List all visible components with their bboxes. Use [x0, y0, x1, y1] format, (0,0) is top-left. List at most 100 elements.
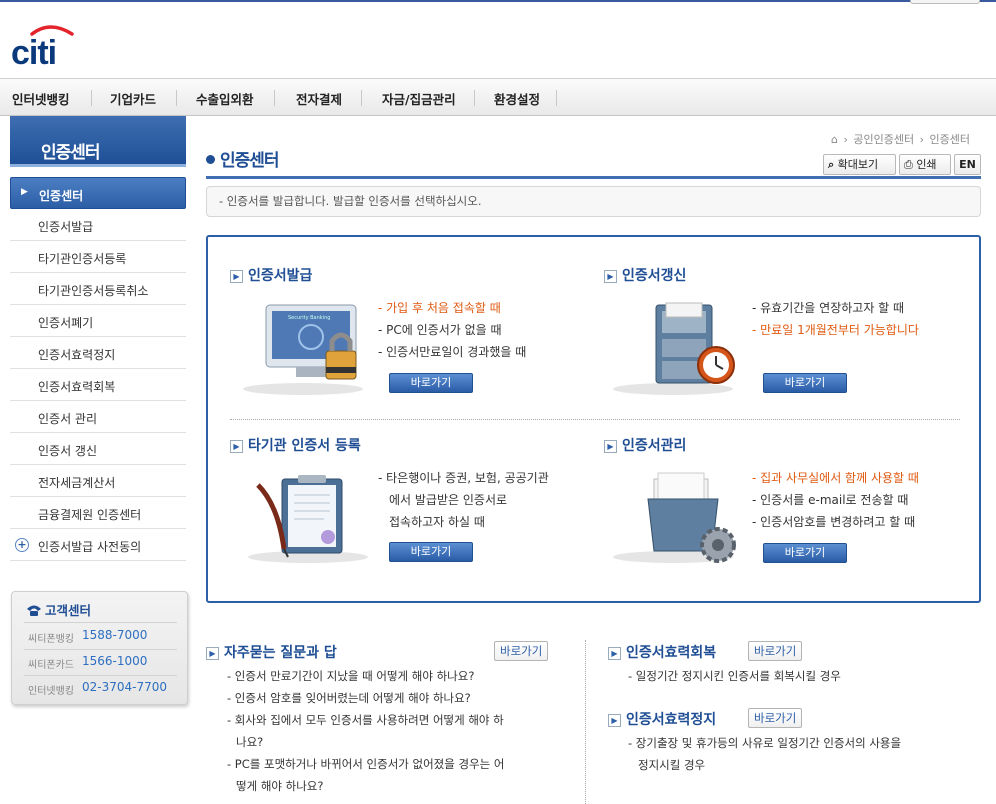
manage-line-1: - 집과 사무실에서 함께 사용할 때 — [752, 471, 919, 485]
sidebar-item-renew[interactable]: 인증서 갱신 — [10, 433, 186, 465]
divider — [24, 675, 177, 676]
sidebar-item-cert-center[interactable]: ▶ 인증센터 — [10, 177, 186, 209]
print-button[interactable]: ⎙ 인쇄 — [899, 154, 951, 175]
other-line-2: 에서 발급받은 인증서로 — [389, 493, 508, 507]
sidebar-item-e-tax[interactable]: 전자세금계산서 — [10, 465, 186, 497]
citi-logo[interactable]: citi — [10, 22, 80, 72]
faq-item[interactable]: - PC를 포맷하거나 바뀌어서 인증서가 없어졌을 경우는 어 — [227, 756, 504, 772]
divider — [585, 640, 586, 804]
plus-icon: + — [15, 538, 29, 552]
other-line-1: - 타은행이나 증권, 보험, 공공기관 — [378, 471, 549, 485]
renew-go-button[interactable]: 바로가기 — [763, 373, 847, 393]
arrow-right-icon: ▶ — [604, 440, 617, 453]
bullet-icon — [206, 155, 215, 164]
issue-line-3: - 인증서만료일이 경과했을 때 — [378, 345, 527, 359]
cabinet-clock-illustration — [608, 297, 738, 400]
faq-item[interactable]: - 인증서 만료기간이 지났을 때 어떻게 해야 하나요? — [227, 668, 474, 684]
printer-icon: ⎙ — [904, 158, 913, 171]
suspend-desc-cont: 정지시킬 경우 — [638, 758, 706, 772]
document-quill-illustration — [238, 465, 368, 568]
restore-desc: - 일정기간 정지시킨 인증서를 회복시킬 경우 — [628, 669, 841, 683]
zoom-button[interactable]: ⌕ 확대보기 — [823, 154, 896, 175]
issue-line-1: - 가입 후 처음 접속할 때 — [378, 301, 501, 315]
sidebar-menu: ▶ 인증센터 인증서발급 타기관인증서등록 타기관인증서등록취소 인증서폐기 인… — [10, 177, 186, 561]
suspend-go-button[interactable]: 바로가기 — [748, 708, 803, 728]
faq-title: ▶ 자주묻는 질문과 답 — [206, 642, 337, 662]
restore-go-button[interactable]: 바로가기 — [748, 641, 803, 661]
breadcrumb-item[interactable]: 공인인증센터 — [853, 133, 914, 146]
gnb-e-payment[interactable]: 전자결제 — [296, 89, 342, 108]
arrow-right-icon: ▶ — [604, 270, 617, 283]
divider — [556, 90, 557, 106]
divider — [24, 622, 177, 623]
section-renew-title[interactable]: ▶ 인증서갱신 — [604, 265, 686, 285]
breadcrumb: ⌂ › 공인인증센터 › 인증센터 — [831, 133, 971, 146]
faq-item-cont[interactable]: 나요? — [236, 734, 263, 750]
arrow-right-icon: ▶ — [206, 647, 219, 660]
cs-row-internet-banking: 인터넷뱅킹 02-3704-7700 — [28, 680, 168, 697]
renew-line-2: - 만료일 1개월전부터 가능합니다 — [752, 323, 919, 337]
cs-row-phone-banking: 씨티폰뱅킹 1588-7000 — [28, 628, 148, 645]
sidebar-item-suspend[interactable]: 인증서효력정지 — [10, 337, 186, 369]
section-other-register-title[interactable]: ▶ 타기관 인증서 등록 — [230, 435, 361, 455]
customer-center-title: 고객센터 — [26, 600, 91, 619]
restore-title: ▶ 인증서효력회복 — [608, 642, 716, 662]
faq-item[interactable]: - 인증서 암호를 잊어버렸는데 어떻게 해야 하나요? — [227, 690, 471, 706]
divider — [474, 90, 475, 106]
faq-item[interactable]: - 회사와 집에서 모두 인증서를 사용하려면 어떻게 해야 하 — [227, 712, 504, 728]
manage-go-button[interactable]: 바로가기 — [763, 543, 847, 563]
home-icon[interactable]: ⌂ — [831, 133, 838, 146]
faq-item-cont[interactable]: 떻게 해야 하나요? — [236, 778, 323, 794]
suspend-title: ▶ 인증서효력정지 — [608, 709, 716, 729]
gnb-corporate-card[interactable]: 기업카드 — [110, 89, 156, 108]
arrow-right-icon: ▶ — [608, 647, 621, 660]
sidebar-item-issue[interactable]: 인증서발급 — [10, 209, 186, 241]
gnb-internet-banking[interactable]: 인터넷뱅킹 — [12, 89, 70, 108]
other-line-3: 접속하고자 하실 때 — [389, 515, 485, 529]
section-manage-title[interactable]: ▶ 인증서관리 — [604, 435, 686, 455]
notice-bar: - 인증서를 발급합니다. 발급할 인증서를 선택하십시오. — [206, 186, 981, 217]
sidebar-item-revoke[interactable]: 인증서폐기 — [10, 305, 186, 337]
arrow-right-icon: ▶ — [21, 187, 28, 197]
gnb-settings[interactable]: 환경설정 — [494, 89, 540, 108]
top-tab[interactable] — [910, 0, 980, 4]
gnb-export-import[interactable]: 수출입외환 — [196, 89, 254, 108]
issue-line-2: - PC에 인증서가 없을 때 — [378, 323, 502, 337]
other-register-go-button[interactable]: 바로가기 — [389, 542, 473, 562]
breadcrumb-item[interactable]: 인증센터 — [930, 133, 970, 146]
divider — [176, 90, 177, 106]
top-border — [0, 0, 996, 2]
cert-services-box: ▶ 인증서발급 Security Banking - 가입 후 처음 접속할 때 … — [206, 235, 981, 603]
magnifier-icon: ⌕ — [828, 158, 835, 171]
faq-go-button[interactable]: 바로가기 — [494, 641, 549, 661]
arrow-right-icon: ▶ — [608, 714, 621, 727]
sidebar-item-other-register[interactable]: 타기관인증서등록 — [10, 241, 186, 273]
svg-text:citi: citi — [11, 34, 56, 70]
sidebar-item-pre-consent[interactable]: + 인증서발급 사전동의 — [10, 529, 186, 561]
sidebar-item-restore[interactable]: 인증서효력회복 — [10, 369, 186, 401]
sidebar-item-other-unregister[interactable]: 타기관인증서등록취소 — [10, 273, 186, 305]
arrow-right-icon: ▶ — [230, 270, 243, 283]
arrow-right-icon: ▶ — [230, 440, 243, 453]
divider — [230, 419, 960, 420]
renew-line-1: - 유효기간을 연장하고자 할 때 — [752, 301, 905, 315]
manage-line-2: - 인증서를 e-mail로 전송할 때 — [752, 493, 909, 507]
folder-gear-illustration — [608, 465, 738, 568]
page-title: 인증센터 — [206, 146, 280, 171]
cs-row-phone-card: 씨티폰카드 1566-1000 — [28, 654, 148, 671]
svg-text:Security Banking: Security Banking — [288, 315, 330, 321]
language-en-button[interactable]: EN — [954, 154, 981, 175]
phone-icon — [27, 605, 41, 616]
gnb-fund-management[interactable]: 자금/집금관리 — [382, 89, 456, 108]
divider — [24, 649, 177, 650]
divider — [91, 90, 92, 106]
monitor-lock-illustration: Security Banking — [238, 297, 368, 400]
sidebar-item-manage[interactable]: 인증서 관리 — [10, 401, 186, 433]
divider — [361, 90, 362, 106]
suspend-desc: - 장기출장 및 휴가등의 사유로 일정기간 인증서의 사용을 — [628, 736, 902, 750]
section-issue-title[interactable]: ▶ 인증서발급 — [230, 265, 312, 285]
global-nav: 인터넷뱅킹 기업카드 수출입외환 전자결제 자금/집금관리 환경설정 — [0, 78, 996, 116]
sidebar-item-kftc[interactable]: 금융결제원 인증센터 — [10, 497, 186, 529]
issue-go-button[interactable]: 바로가기 — [389, 373, 473, 393]
divider — [274, 90, 275, 106]
